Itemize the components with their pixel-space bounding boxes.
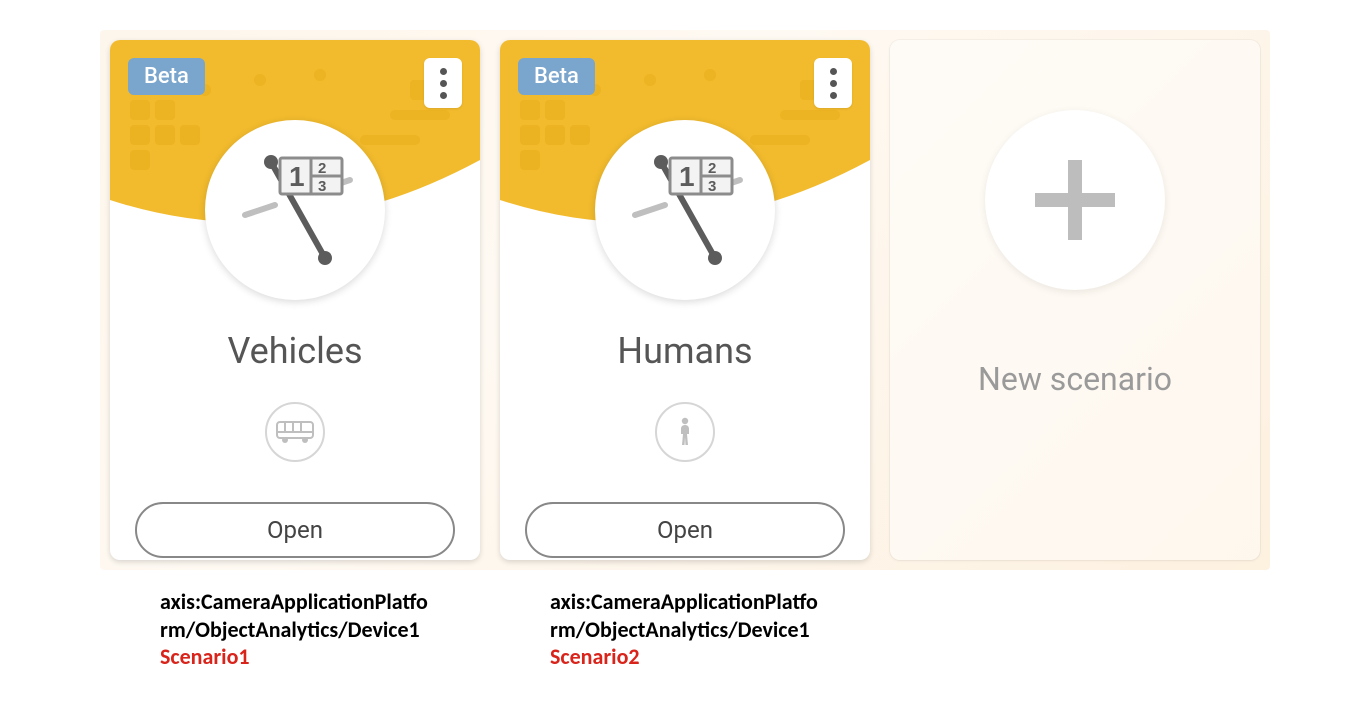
beta-badge: Beta bbox=[518, 58, 595, 95]
card-row: Beta 1 2 3 bbox=[100, 30, 1270, 570]
new-scenario-card[interactable]: New scenario bbox=[890, 40, 1260, 560]
scenario-type-icon: 1 2 3 bbox=[205, 120, 385, 300]
filter-chip-human bbox=[655, 402, 715, 462]
scenario-topic-caption: axis:CameraApplicationPlatform/ObjectAna… bbox=[160, 588, 530, 671]
scenario-title: Vehicles bbox=[227, 330, 362, 372]
scenario-card-humans: Beta 1 2 3 bbox=[500, 40, 870, 560]
caption-prefix: axis:CameraApplicationPlatform/ObjectAna… bbox=[160, 588, 428, 643]
plus-icon bbox=[1035, 160, 1115, 240]
card-header: Beta 1 2 3 bbox=[500, 40, 870, 230]
svg-text:2: 2 bbox=[318, 160, 326, 177]
caption-scenario-id: Scenario1 bbox=[160, 643, 250, 670]
person-icon bbox=[676, 417, 694, 447]
open-button[interactable]: Open bbox=[135, 502, 455, 558]
scenario-panel: Beta 1 2 3 bbox=[0, 0, 1360, 701]
caption-scenario-id: Scenario2 bbox=[550, 643, 640, 670]
crossline-counter-icon: 1 2 3 bbox=[225, 140, 365, 280]
svg-text:3: 3 bbox=[318, 178, 326, 195]
svg-text:1: 1 bbox=[679, 161, 695, 192]
card-menu-button[interactable] bbox=[814, 58, 852, 108]
scenario-card-vehicles: Beta 1 2 3 bbox=[110, 40, 480, 560]
card-header: Beta 1 2 3 bbox=[110, 40, 480, 230]
scenario-topic-caption: axis:CameraApplicationPlatform/ObjectAna… bbox=[550, 588, 920, 671]
svg-text:1: 1 bbox=[289, 161, 305, 192]
caption-row: axis:CameraApplicationPlatform/ObjectAna… bbox=[100, 588, 1260, 671]
scenario-type-icon: 1 2 3 bbox=[595, 120, 775, 300]
svg-text:3: 3 bbox=[708, 178, 716, 195]
beta-badge: Beta bbox=[128, 58, 205, 95]
bus-icon bbox=[276, 420, 314, 444]
scenario-title: Humans bbox=[617, 330, 752, 372]
caption-prefix: axis:CameraApplicationPlatform/ObjectAna… bbox=[550, 588, 818, 643]
svg-text:2: 2 bbox=[708, 160, 716, 177]
crossline-counter-icon: 1 2 3 bbox=[615, 140, 755, 280]
new-scenario-circle bbox=[985, 110, 1165, 290]
filter-chip-vehicle bbox=[265, 402, 325, 462]
open-button[interactable]: Open bbox=[525, 502, 845, 558]
new-scenario-label: New scenario bbox=[978, 360, 1172, 398]
card-menu-button[interactable] bbox=[424, 58, 462, 108]
